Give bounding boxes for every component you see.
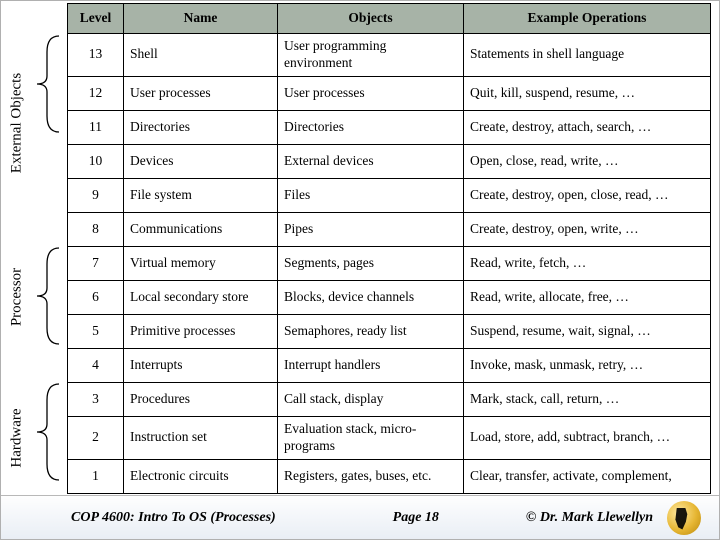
cell-name: Virtual memory — [124, 246, 278, 280]
cell-name: Shell — [124, 34, 278, 77]
cell-level: 9 — [68, 178, 124, 212]
bracket-hardware: Hardware — [23, 382, 63, 493]
brace-icon — [23, 382, 63, 482]
cell-name: Directories — [124, 110, 278, 144]
cell-objects: Pipes — [278, 212, 464, 246]
cell-name: Instruction set — [124, 416, 278, 459]
footer-copyright: © Dr. Mark Llewellyn — [526, 510, 667, 526]
cell-ops: Quit, kill, suspend, resume, … — [464, 76, 711, 110]
slide-footer: COP 4600: Intro To OS (Processes) Page 1… — [1, 495, 719, 539]
cell-objects: Interrupt handlers — [278, 348, 464, 382]
brace-icon — [23, 34, 63, 134]
cell-ops: Read, write, allocate, free, … — [464, 280, 711, 314]
cell-name: Procedures — [124, 382, 278, 416]
cell-level: 8 — [68, 212, 124, 246]
cell-level: 4 — [68, 348, 124, 382]
table-row: 2Instruction setEvaluation stack, micro-… — [68, 416, 711, 459]
cell-objects: Directories — [278, 110, 464, 144]
table-row: 4InterruptsInterrupt handlersInvoke, mas… — [68, 348, 711, 382]
table-row: 1Electronic circuitsRegisters, gates, bu… — [68, 459, 711, 493]
cell-name: Primitive processes — [124, 314, 278, 348]
table-row: 3ProceduresCall stack, displayMark, stac… — [68, 382, 711, 416]
bracket-column: External Objects Processor Hardware — [23, 3, 63, 493]
cell-name: User processes — [124, 76, 278, 110]
bracket-label: Processor — [9, 268, 26, 326]
brace-icon — [23, 246, 63, 346]
cell-level: 10 — [68, 144, 124, 178]
col-name: Name — [124, 4, 278, 34]
table-row: 11DirectoriesDirectoriesCreate, destroy,… — [68, 110, 711, 144]
cell-ops: Invoke, mask, unmask, retry, … — [464, 348, 711, 382]
cell-objects: Registers, gates, buses, etc. — [278, 459, 464, 493]
table-header-row: Level Name Objects Example Operations — [68, 4, 711, 34]
cell-ops: Mark, stack, call, return, … — [464, 382, 711, 416]
table-row: 5Primitive processesSemaphores, ready li… — [68, 314, 711, 348]
bracket-external-objects: External Objects — [23, 34, 63, 213]
cell-ops: Load, store, add, subtract, branch, … — [464, 416, 711, 459]
col-level: Level — [68, 4, 124, 34]
cell-level: 1 — [68, 459, 124, 493]
cell-ops: Read, write, fetch, … — [464, 246, 711, 280]
footer-page: Page 18 — [276, 510, 526, 526]
table-row: 8CommunicationsPipesCreate, destroy, ope… — [68, 212, 711, 246]
cell-level: 7 — [68, 246, 124, 280]
cell-level: 12 — [68, 76, 124, 110]
bracket-processor: Processor — [23, 246, 63, 348]
cell-objects: Files — [278, 178, 464, 212]
cell-objects: User processes — [278, 76, 464, 110]
table-row: 10DevicesExternal devicesOpen, close, re… — [68, 144, 711, 178]
cell-level: 6 — [68, 280, 124, 314]
col-ops: Example Operations — [464, 4, 711, 34]
cell-ops: Create, destroy, open, write, … — [464, 212, 711, 246]
cell-name: Electronic circuits — [124, 459, 278, 493]
cell-ops: Create, destroy, open, close, read, … — [464, 178, 711, 212]
table-row: 13ShellUser programming environmentState… — [68, 34, 711, 77]
cell-objects: Call stack, display — [278, 382, 464, 416]
cell-objects: Semaphores, ready list — [278, 314, 464, 348]
table-row: 7Virtual memorySegments, pagesRead, writ… — [68, 246, 711, 280]
bracket-label: Hardware — [9, 408, 26, 467]
cell-objects: User programming environment — [278, 34, 464, 77]
cell-name: Interrupts — [124, 348, 278, 382]
cell-ops: Open, close, read, write, … — [464, 144, 711, 178]
table-row: 9File systemFilesCreate, destroy, open, … — [68, 178, 711, 212]
cell-level: 11 — [68, 110, 124, 144]
col-objects: Objects — [278, 4, 464, 34]
cell-ops: Suspend, resume, wait, signal, … — [464, 314, 711, 348]
table-row: 12User processesUser processesQuit, kill… — [68, 76, 711, 110]
cell-level: 2 — [68, 416, 124, 459]
bracket-label: External Objects — [9, 73, 26, 173]
university-logo-icon — [667, 501, 701, 535]
slide-content: External Objects Processor Hardware Leve… — [23, 3, 711, 493]
cell-level: 5 — [68, 314, 124, 348]
cell-level: 13 — [68, 34, 124, 77]
cell-name: Communications — [124, 212, 278, 246]
cell-objects: Blocks, device channels — [278, 280, 464, 314]
cell-objects: Evaluation stack, micro-programs — [278, 416, 464, 459]
footer-course: COP 4600: Intro To OS (Processes) — [1, 510, 276, 526]
cell-name: Devices — [124, 144, 278, 178]
cell-ops: Statements in shell language — [464, 34, 711, 77]
cell-name: Local secondary store — [124, 280, 278, 314]
levels-table: Level Name Objects Example Operations 13… — [67, 3, 711, 494]
cell-name: File system — [124, 178, 278, 212]
cell-ops: Create, destroy, attach, search, … — [464, 110, 711, 144]
levels-table-wrapper: Level Name Objects Example Operations 13… — [67, 3, 711, 493]
cell-level: 3 — [68, 382, 124, 416]
table-row: 6Local secondary storeBlocks, device cha… — [68, 280, 711, 314]
cell-ops: Clear, transfer, activate, complement, — [464, 459, 711, 493]
cell-objects: External devices — [278, 144, 464, 178]
cell-objects: Segments, pages — [278, 246, 464, 280]
